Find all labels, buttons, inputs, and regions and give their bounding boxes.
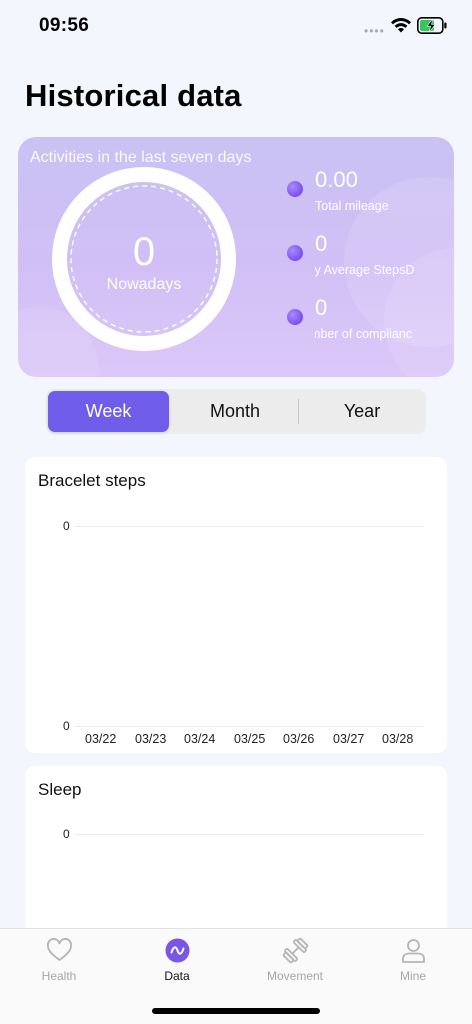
x-axis-label: 03/27 bbox=[333, 732, 365, 746]
card-title: Sleep bbox=[38, 780, 82, 799]
x-axis-label: 03/26 bbox=[283, 732, 315, 746]
page-title: Historical data bbox=[25, 78, 242, 113]
stat-label: Daily Average StepsD bbox=[315, 263, 415, 277]
sleep-card: Sleep 0 bbox=[25, 766, 447, 946]
person-icon bbox=[402, 939, 425, 963]
tab-label: Health bbox=[41, 969, 77, 983]
ring-label: Nowadays bbox=[106, 276, 182, 293]
stat-total-mileage: 0.00 Total mileage bbox=[286, 167, 436, 217]
period-segmented-control: Week Month Year bbox=[46, 389, 426, 434]
x-axis-label: 03/24 bbox=[184, 732, 216, 746]
stat-value: 0 bbox=[315, 231, 328, 256]
y-axis-top-label: 0 bbox=[63, 827, 70, 841]
stat-dot-icon bbox=[287, 181, 303, 197]
tab-data[interactable]: Data bbox=[118, 929, 236, 999]
ring-value: 0 bbox=[132, 230, 156, 274]
home-indicator bbox=[152, 1008, 320, 1014]
summary-title: Activities in the last seven days bbox=[30, 149, 252, 166]
stat-dot-icon bbox=[287, 309, 303, 325]
y-axis-bottom-label: 0 bbox=[63, 719, 70, 733]
stat-label: Total mileage bbox=[315, 199, 389, 213]
tab-label: Movement bbox=[266, 969, 324, 983]
baseline bbox=[75, 726, 424, 727]
x-axis-label: 03/22 bbox=[85, 732, 117, 746]
tab-mine[interactable]: Mine bbox=[354, 929, 472, 999]
tab-month[interactable]: Month bbox=[172, 391, 298, 432]
y-axis-top-label: 0 bbox=[63, 519, 70, 533]
weekly-summary-card: Activities in the last seven days 0 Nowa… bbox=[18, 137, 454, 377]
tab-health[interactable]: Health bbox=[0, 929, 118, 999]
stat-value: 0.00 bbox=[315, 167, 358, 192]
bracelet-steps-card: Bracelet steps 0 0 03/22 03/23 03/24 03/… bbox=[25, 457, 447, 753]
x-axis-label: 03/25 bbox=[234, 732, 266, 746]
tab-movement[interactable]: Movement bbox=[236, 929, 354, 999]
status-bar: 09:56 •••• bbox=[0, 0, 472, 54]
tab-year[interactable]: Year bbox=[300, 391, 424, 432]
stat-dot-icon bbox=[287, 245, 303, 261]
x-axis-label: 03/28 bbox=[382, 732, 414, 746]
stat-compliance-count: 0 Number of complianc bbox=[286, 295, 436, 345]
tab-label: Data bbox=[164, 969, 190, 983]
wifi-icon bbox=[391, 17, 411, 33]
tab-label: Mine bbox=[399, 969, 426, 983]
x-axis-label: 03/23 bbox=[135, 732, 167, 746]
dumbbell-icon bbox=[282, 937, 309, 964]
stat-label: Number of complianc bbox=[315, 327, 413, 341]
tab-week[interactable]: Week bbox=[48, 391, 169, 432]
heart-icon bbox=[47, 938, 72, 961]
status-time: 09:56 bbox=[39, 15, 90, 36]
stat-value: 0 bbox=[315, 295, 328, 320]
gridline bbox=[75, 526, 424, 527]
card-title: Bracelet steps bbox=[38, 471, 146, 490]
gridline bbox=[75, 834, 424, 835]
signal-dots-icon: •••• bbox=[364, 24, 385, 38]
data-wave-icon bbox=[165, 938, 190, 963]
stat-daily-average-steps: 0 Daily Average StepsD bbox=[286, 231, 436, 281]
segment-divider bbox=[298, 399, 299, 424]
battery-charging-icon bbox=[417, 17, 447, 34]
